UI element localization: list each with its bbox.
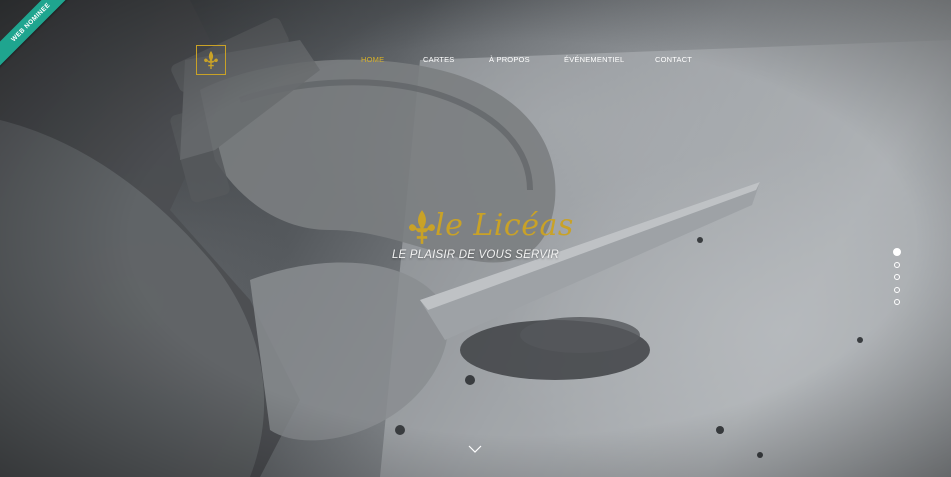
nav-cartes[interactable]: CARTES: [423, 55, 455, 64]
brand-name: le Licéas: [435, 208, 574, 243]
slider-dot-3[interactable]: [894, 274, 900, 280]
nav-contact[interactable]: CONTACT: [655, 55, 692, 64]
chevron-down-icon[interactable]: [468, 444, 482, 454]
fleur-de-lis-icon: [409, 210, 435, 244]
nav-a-propos[interactable]: À PROPOS: [489, 55, 530, 64]
hero-brand: le Licéas: [405, 206, 573, 250]
slider-pagination: [892, 248, 902, 312]
nav-home[interactable]: HOME: [361, 55, 384, 64]
slider-dot-5[interactable]: [894, 299, 900, 305]
hero-tagline: LE PLAISIR DE VOUS SERVIR: [391, 249, 560, 261]
hero-section: WEB NOMINEE HOME CARTES À PROPOS ÉVÉNEME…: [0, 0, 951, 477]
slider-dot-2[interactable]: [894, 261, 900, 268]
slider-dot-4[interactable]: [894, 286, 900, 293]
nav-evenementiel[interactable]: ÉVÉNEMENTIEL: [564, 55, 624, 64]
slider-dot-1[interactable]: [893, 248, 901, 256]
main-nav: HOME CARTES À PROPOS ÉVÉNEMENTIEL CONTAC…: [0, 55, 951, 67]
